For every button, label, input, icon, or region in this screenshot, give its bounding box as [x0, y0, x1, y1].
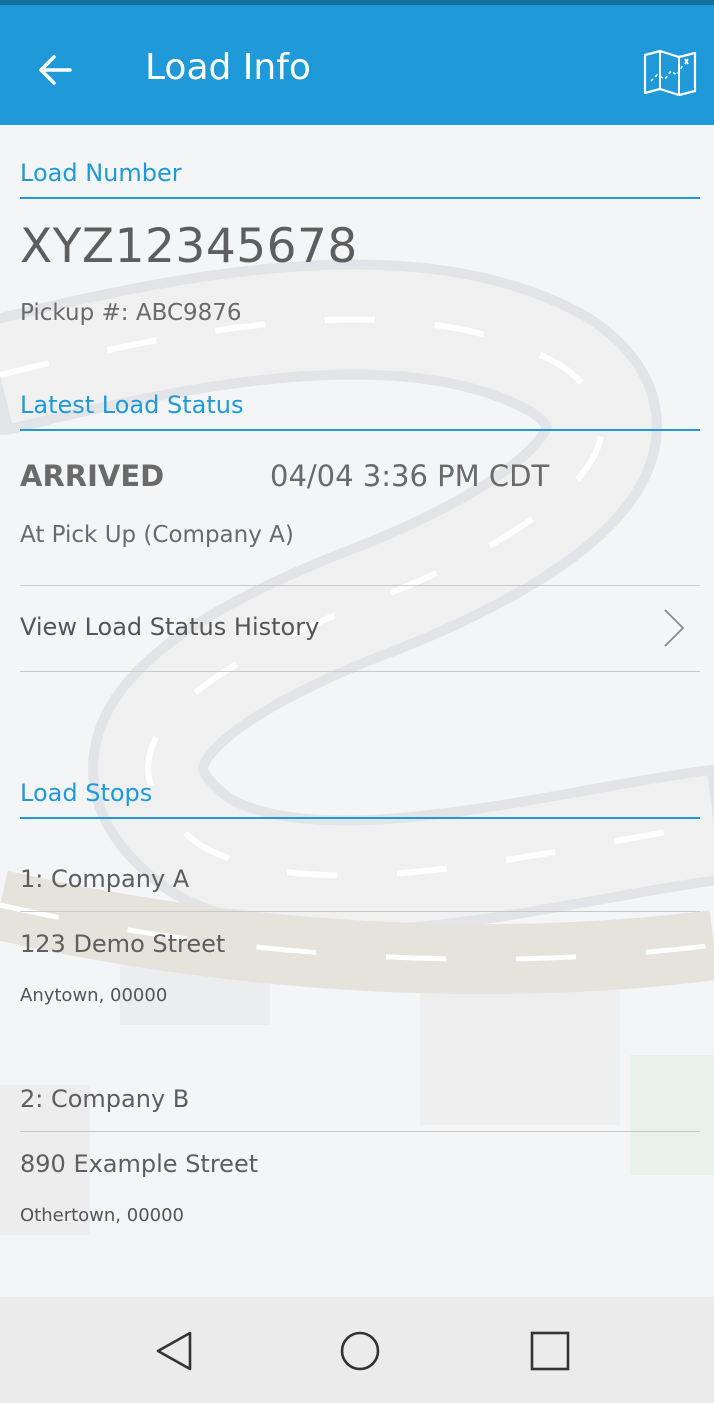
view-status-history-link[interactable]: View Load Status History [20, 585, 700, 671]
status-value: ARRIVED [20, 459, 165, 493]
triangle-back-icon [156, 1331, 192, 1371]
history-link-label: View Load Status History [20, 613, 320, 641]
section-label: Load Stops [20, 779, 153, 807]
stop-name: 2: Company B [20, 1085, 190, 1113]
section-header-load-number: Load Number [20, 149, 700, 199]
section-header-latest-status: Latest Load Status [20, 381, 700, 431]
section-label: Latest Load Status [20, 391, 244, 419]
stop-street: 123 Demo Street [20, 930, 226, 958]
divider [20, 671, 700, 672]
stop-city: Othertown, 00000 [20, 1205, 185, 1226]
page-title: Load Info [145, 47, 311, 88]
divider [20, 1131, 700, 1132]
nav-back-button[interactable] [150, 1325, 202, 1377]
square-recents-icon [530, 1331, 570, 1371]
map-button[interactable] [641, 49, 699, 97]
arrow-left-icon [39, 55, 72, 85]
stop-name: 1: Company A [20, 865, 190, 893]
load-number-value: XYZ12345678 [20, 219, 358, 274]
pickup-number: Pickup #: ABC9876 [20, 300, 242, 326]
system-nav-bar [0, 1297, 714, 1403]
app-bar: Load Info [0, 0, 714, 125]
chevron-right-icon [664, 609, 685, 647]
stop-street: 890 Example Street [20, 1150, 259, 1178]
status-location: At Pick Up (Company A) [20, 522, 294, 548]
nav-home-button[interactable] [334, 1325, 386, 1377]
circle-home-icon [340, 1331, 380, 1371]
stop-city: Anytown, 00000 [20, 985, 168, 1006]
section-header-load-stops: Load Stops [20, 769, 700, 819]
nav-recents-button[interactable] [524, 1325, 576, 1377]
folded-map-icon [643, 49, 697, 97]
back-button[interactable] [30, 45, 80, 95]
divider [20, 911, 700, 912]
section-label: Load Number [20, 159, 182, 187]
status-timestamp: 04/04 3:36 PM CDT [270, 459, 550, 493]
